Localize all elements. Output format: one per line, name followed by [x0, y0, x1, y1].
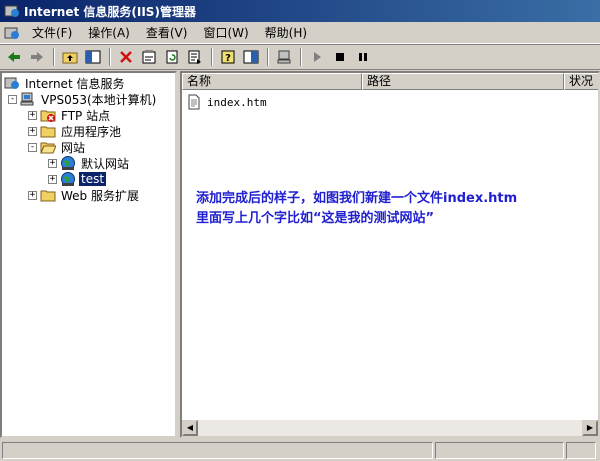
computer-icon	[277, 50, 291, 64]
toolbar-separator	[267, 48, 269, 66]
scroll-right-icon[interactable]: ▶	[582, 420, 598, 436]
menu-action[interactable]: 操作(A)	[80, 23, 138, 43]
column-header-path[interactable]: 路径	[362, 73, 564, 90]
status-panel-main	[2, 442, 433, 459]
iis-app-icon	[4, 5, 19, 17]
status-bar	[0, 440, 600, 461]
connect-button[interactable]	[273, 46, 295, 68]
menu-help[interactable]: 帮助(H)	[257, 23, 315, 43]
menu-view[interactable]: 查看(V)	[138, 23, 196, 43]
play-icon	[314, 52, 321, 62]
window-title: Internet 信息服务(IIS)管理器	[24, 4, 196, 19]
expand-icon[interactable]: +	[28, 110, 37, 120]
tree-label-root: Internet 信息服务	[25, 76, 125, 91]
tree-label-app-pools: 应用程序池	[61, 124, 122, 139]
annotation-text: 添加完成后的样子，如图我们新建一个文件index.htm 里面写上几个字比如“这…	[196, 189, 517, 229]
tree-label-test-site: test	[79, 172, 107, 186]
tree-label-server: VPS053(本地计算机)	[41, 92, 157, 107]
system-menu-icon[interactable]	[4, 25, 20, 41]
properties-icon	[142, 50, 156, 64]
expand-icon[interactable]: +	[28, 190, 37, 200]
refresh-button[interactable]	[161, 46, 183, 68]
tree-node-server[interactable]: - VPS053(本地计算机)	[8, 91, 158, 107]
column-header-name[interactable]: 名称	[182, 73, 362, 90]
annotation-line-2: 里面写上几个字比如“这是我的测试网站”	[196, 211, 435, 226]
file-name: index.htm	[207, 95, 267, 109]
horizontal-scrollbar[interactable]: ◀ ▶	[182, 420, 598, 436]
toolbar-separator	[53, 48, 55, 66]
scrollbar-track[interactable]	[198, 420, 582, 436]
annotation-line-1: 添加完成后的样子，如图我们新建一个文件index.htm	[196, 191, 518, 206]
folder-open-icon	[40, 142, 56, 154]
show-tree-button[interactable]	[82, 46, 104, 68]
tree-label-default-site: 默认网站	[81, 156, 130, 171]
delete-icon	[120, 51, 132, 63]
delete-button[interactable]	[115, 46, 137, 68]
export-button[interactable]	[184, 46, 206, 68]
globe-icon	[61, 172, 75, 186]
title-bar: Internet 信息服务(IIS)管理器	[0, 0, 600, 22]
server-icon	[20, 92, 34, 106]
tree-node-websites[interactable]: - 网站	[28, 139, 87, 155]
details-list[interactable]: 名称 路径 状况 index.htm 添加完成后的样子，如图我们新建一个文件in…	[180, 71, 600, 438]
toolbar-separator	[109, 48, 111, 66]
properties-button[interactable]	[138, 46, 160, 68]
collapse-icon[interactable]: -	[8, 94, 17, 104]
pause-button[interactable]	[352, 46, 374, 68]
menu-window[interactable]: 窗口(W)	[195, 23, 256, 43]
folder-icon	[40, 126, 56, 138]
document-icon	[188, 94, 200, 110]
toolbar-separator	[211, 48, 213, 66]
show-tree-icon	[85, 50, 101, 64]
status-panel-secondary	[434, 442, 565, 459]
list-item[interactable]: index.htm	[186, 94, 269, 110]
tree-label-web-ext: Web 服务扩展	[61, 188, 139, 203]
folder-icon	[40, 190, 56, 202]
scroll-left-icon[interactable]: ◀	[182, 420, 198, 436]
tree-label-websites: 网站	[61, 140, 86, 155]
stop-icon	[336, 53, 344, 61]
help-icon: ?	[221, 50, 235, 64]
expand-icon[interactable]: +	[48, 174, 57, 184]
status-panel-tertiary	[566, 442, 596, 459]
pause-icon	[359, 53, 367, 61]
column-header-status[interactable]: 状况	[564, 73, 598, 90]
console-tree-button[interactable]	[240, 46, 262, 68]
start-button[interactable]	[306, 46, 328, 68]
tree-node-web-ext[interactable]: + Web 服务扩展	[28, 187, 141, 203]
ftp-folder-icon	[40, 110, 56, 122]
forward-button[interactable]	[26, 46, 48, 68]
up-folder-icon	[62, 52, 78, 64]
tree-label-ftp: FTP 站点	[61, 108, 111, 123]
console-tree-icon	[243, 50, 259, 64]
console-tree[interactable]: Internet 信息服务 - VPS053(本地计算机) + FTP 站点 +…	[0, 71, 177, 438]
tree-node-default-site[interactable]: + 默认网站	[48, 155, 131, 171]
tree-node-root[interactable]: Internet 信息服务	[4, 75, 126, 91]
expand-icon[interactable]: +	[48, 158, 57, 168]
menu-file[interactable]: 文件(F)	[24, 23, 80, 43]
stop-button[interactable]	[329, 46, 351, 68]
forward-icon	[31, 52, 43, 62]
refresh-icon	[166, 50, 178, 64]
help-button[interactable]: ?	[217, 46, 239, 68]
collapse-icon[interactable]: -	[28, 142, 37, 152]
iis-icon	[4, 77, 19, 89]
back-button[interactable]	[3, 46, 25, 68]
expand-icon[interactable]: +	[28, 126, 37, 136]
back-icon	[8, 52, 20, 62]
toolbar-separator	[300, 48, 302, 66]
svg-text:?: ?	[225, 53, 231, 64]
globe-icon	[61, 156, 75, 170]
export-list-icon	[188, 50, 201, 64]
menu-bar: 文件(F) 操作(A) 查看(V) 窗口(W) 帮助(H)	[0, 22, 600, 44]
toolbar: ?	[0, 44, 600, 70]
tree-node-test-site[interactable]: + test	[48, 171, 107, 187]
tree-node-app-pools[interactable]: + 应用程序池	[28, 123, 123, 139]
tree-node-ftp[interactable]: + FTP 站点	[28, 107, 112, 123]
up-level-button[interactable]	[59, 46, 81, 68]
